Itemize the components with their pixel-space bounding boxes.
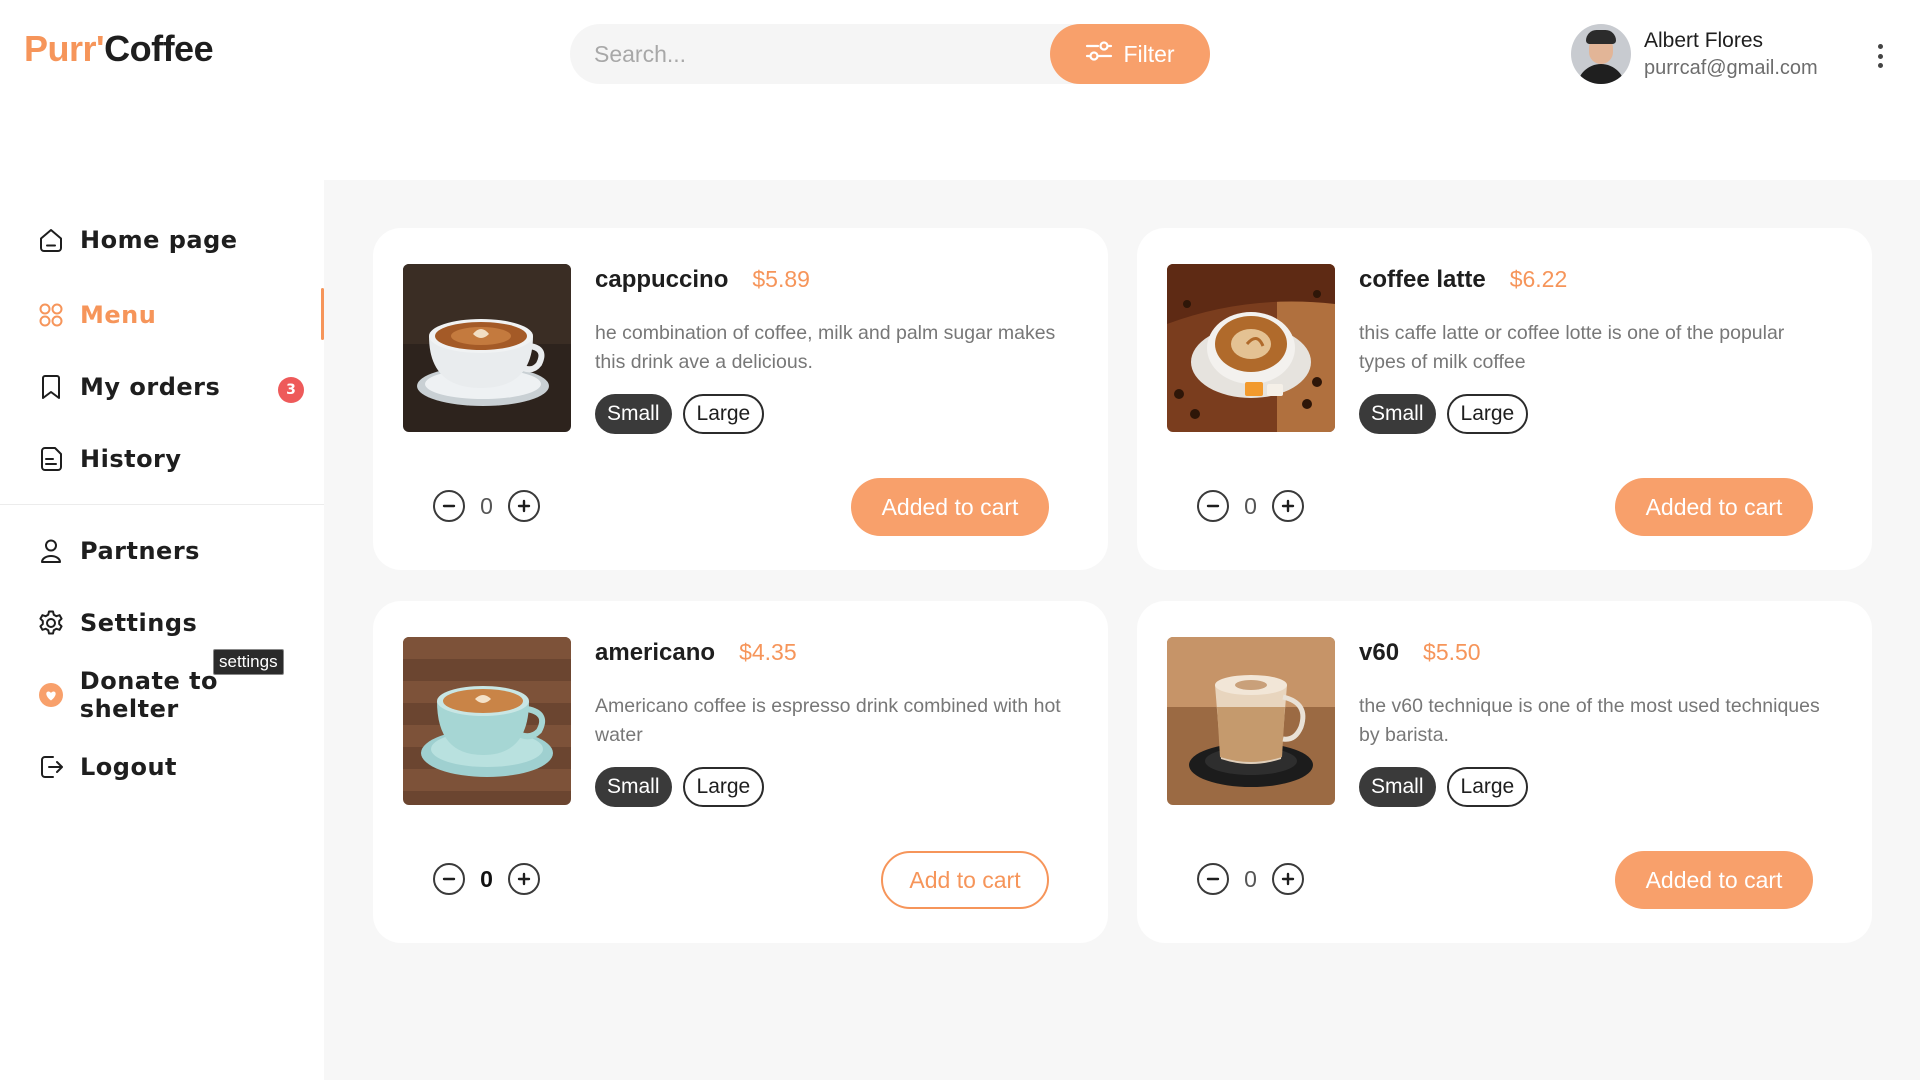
product-name: v60	[1359, 639, 1400, 666]
added-to-cart-button[interactable]: Added to cart	[1615, 851, 1813, 909]
size-options: Small Large	[595, 394, 765, 434]
top-bar: Purr'Coffee Filter Albert Flores purrcaf…	[0, 0, 1920, 180]
home-icon	[36, 225, 66, 255]
menu-content: cappuccino $5.89 he combination of coffe…	[324, 180, 1920, 1080]
product-card-americano: americano $4.35 Americano coffee is espr…	[373, 601, 1108, 943]
product-image	[403, 637, 571, 805]
quantity-stepper: 0	[433, 490, 540, 522]
added-to-cart-button[interactable]: Added to cart	[1615, 478, 1813, 536]
sidebar-item-label: History	[80, 445, 182, 473]
grid-icon	[36, 300, 66, 330]
heart-icon	[36, 680, 66, 710]
size-small-chip[interactable]: Small	[1359, 767, 1436, 807]
sidebar-item-logout[interactable]: Logout	[0, 742, 324, 792]
document-icon	[36, 444, 66, 474]
minus-icon[interactable]	[1197, 490, 1229, 522]
filter-label: Filter	[1123, 40, 1175, 67]
size-large-chip[interactable]: Large	[682, 394, 765, 434]
sidebar-item-my-orders[interactable]: My orders	[0, 362, 324, 412]
minus-icon[interactable]	[433, 863, 465, 895]
sidebar: Home page Menu My orders 3 History Partn…	[0, 180, 324, 1080]
avatar	[1571, 24, 1631, 84]
product-name: coffee latte	[1359, 266, 1486, 293]
quantity-stepper: 0	[1197, 863, 1304, 895]
quantity-value: 0	[1244, 865, 1257, 892]
product-name: americano	[595, 639, 716, 666]
orders-count-badge: 3	[278, 377, 304, 403]
sidebar-item-label: Home page	[80, 226, 238, 254]
size-small-chip[interactable]: Small	[595, 767, 672, 807]
brand-part-1: Purr'	[24, 28, 105, 69]
sidebar-item-home[interactable]: Home page	[0, 215, 324, 265]
product-card-coffee-latte: coffee latte $6.22 this caffe latte or c…	[1137, 228, 1872, 570]
quantity-value: 0	[480, 865, 493, 892]
minus-icon[interactable]	[1197, 863, 1229, 895]
logout-icon	[36, 752, 66, 782]
quantity-stepper: 0	[1197, 490, 1304, 522]
quantity-value: 0	[1244, 492, 1257, 519]
user-icon	[36, 536, 66, 566]
plus-icon[interactable]	[1272, 490, 1304, 522]
product-image	[1167, 637, 1335, 805]
search-bar: Filter	[570, 24, 1210, 84]
bookmark-icon	[36, 372, 66, 402]
size-small-chip[interactable]: Small	[1359, 394, 1436, 434]
sidebar-item-menu[interactable]: Menu	[0, 290, 324, 340]
product-image	[1167, 264, 1335, 432]
product-name: cappuccino	[595, 266, 729, 293]
sidebar-item-label: Partners	[80, 537, 200, 565]
plus-icon[interactable]	[508, 863, 540, 895]
size-options: Small Large	[1359, 394, 1529, 434]
size-options: Small Large	[1359, 767, 1529, 807]
size-options: Small Large	[595, 767, 765, 807]
sidebar-item-label: Logout	[80, 753, 178, 781]
product-card-v60: v60 $5.50 the v60 technique is one of th…	[1137, 601, 1872, 943]
sidebar-item-history[interactable]: History	[0, 434, 324, 484]
product-image	[403, 264, 571, 432]
quantity-value: 0	[480, 492, 493, 519]
sidebar-divider	[0, 504, 324, 505]
sliders-icon	[1085, 40, 1113, 68]
product-price: $4.35	[739, 639, 797, 665]
user-name: Albert Flores	[1644, 28, 1764, 52]
minus-icon[interactable]	[433, 490, 465, 522]
add-to-cart-button[interactable]: Add to cart	[881, 851, 1049, 909]
size-large-chip[interactable]: Large	[682, 767, 765, 807]
plus-icon[interactable]	[508, 490, 540, 522]
sidebar-item-label: Donate to shelter	[79, 667, 219, 723]
sidebar-item-label: My orders	[80, 373, 221, 401]
product-price: $5.89	[752, 266, 810, 292]
user-profile[interactable]: Albert Flores purrcaf@gmail.com	[1571, 24, 1818, 84]
more-options-icon[interactable]	[1872, 44, 1888, 68]
brand-logo[interactable]: Purr'Coffee	[24, 28, 214, 70]
product-price: $5.50	[1423, 639, 1481, 665]
product-description: Americano coffee is espresso drink combi…	[595, 695, 1061, 746]
plus-icon[interactable]	[1272, 863, 1304, 895]
sidebar-item-label: Settings	[80, 609, 198, 637]
filter-button[interactable]: Filter	[1050, 24, 1210, 84]
size-large-chip[interactable]: Large	[1446, 767, 1529, 807]
product-description: the v60 technique is one of the most use…	[1359, 695, 1820, 746]
search-input[interactable]	[594, 24, 1034, 84]
added-to-cart-button[interactable]: Added to cart	[851, 478, 1049, 536]
gear-icon	[36, 608, 66, 638]
product-description: he combination of coffee, milk and palm …	[595, 322, 1056, 373]
quantity-stepper: 0	[433, 863, 540, 895]
sidebar-item-settings[interactable]: Settings	[0, 598, 324, 648]
user-email: purrcaf@gmail.com	[1644, 56, 1818, 79]
sidebar-item-donate[interactable]: Donate to shelter	[0, 667, 324, 723]
product-description: this caffe latte or coffee lotte is one …	[1359, 322, 1785, 373]
sidebar-item-label: Menu	[80, 301, 157, 329]
size-small-chip[interactable]: Small	[595, 394, 672, 434]
sidebar-item-partners[interactable]: Partners	[0, 526, 324, 576]
product-price: $6.22	[1509, 266, 1568, 292]
brand-part-2: Coffee	[104, 28, 214, 69]
size-large-chip[interactable]: Large	[1446, 394, 1529, 434]
product-card-cappuccino: cappuccino $5.89 he combination of coffe…	[373, 228, 1108, 570]
